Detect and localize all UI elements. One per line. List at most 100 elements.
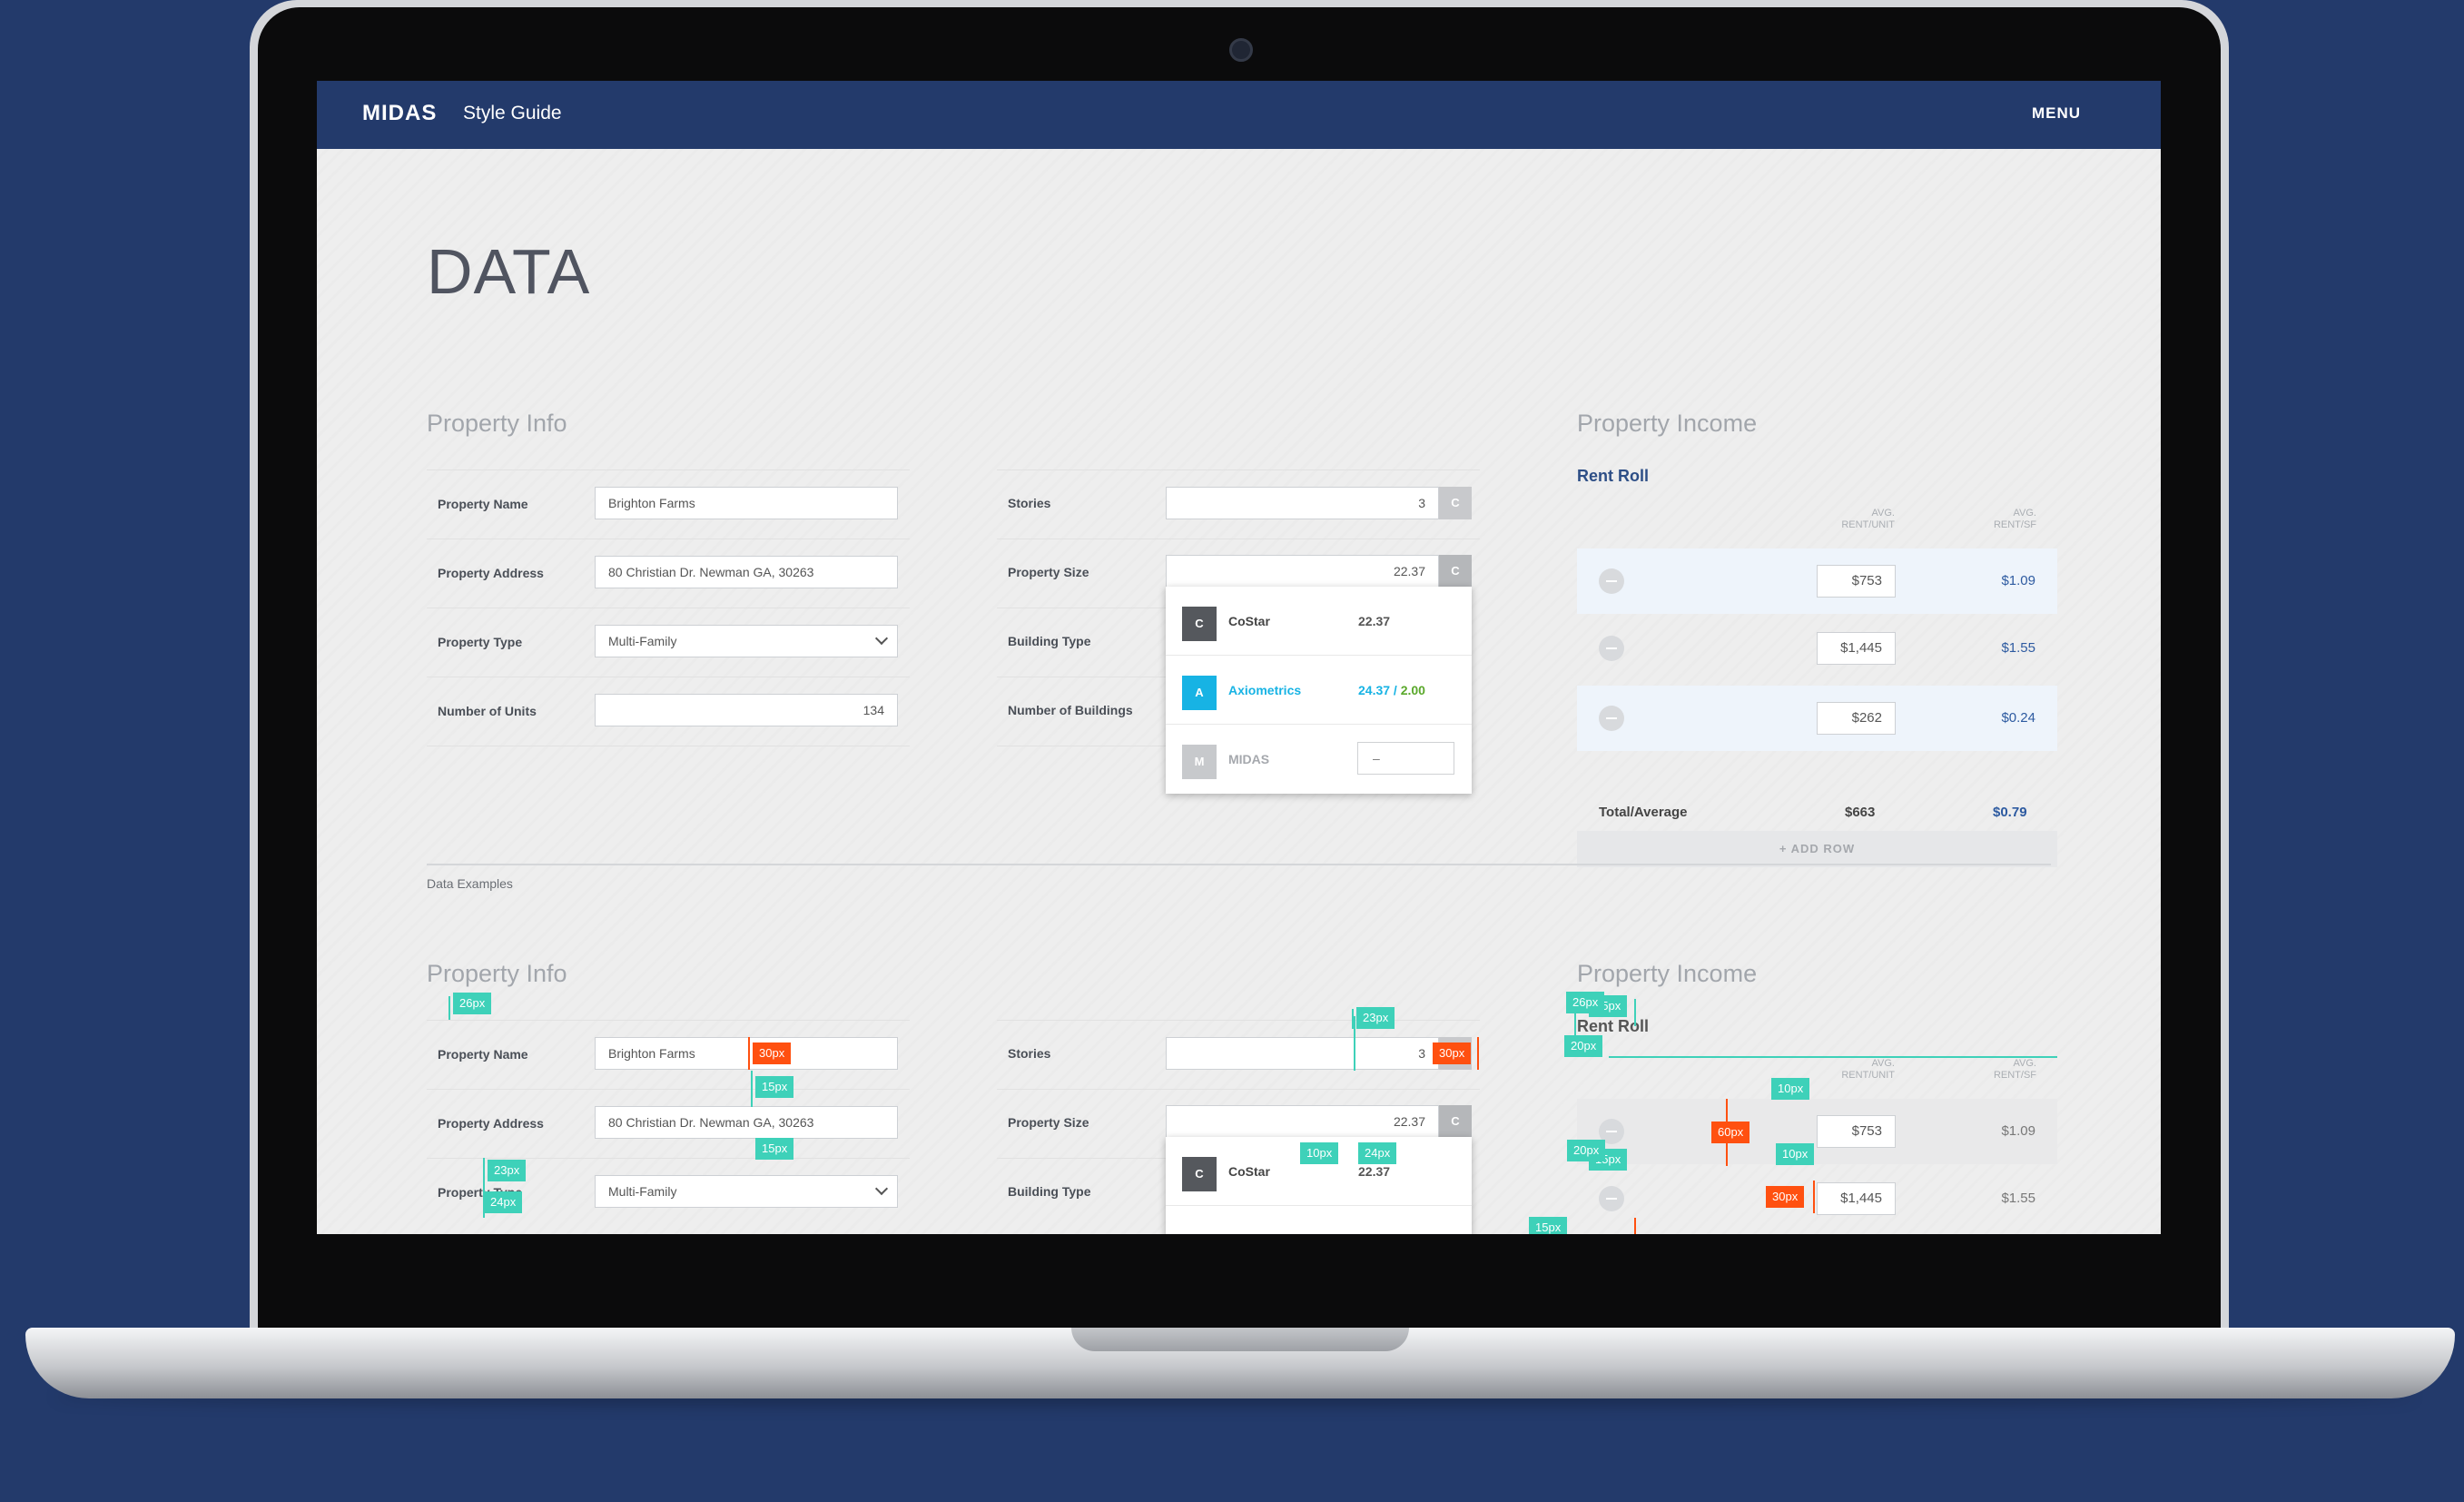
spacing-tag: 20px (1567, 1140, 1606, 1161)
source-value: 22.37 (1358, 614, 1391, 628)
midas-icon: M (1182, 745, 1217, 779)
rent-roll-title: Rent Roll (1577, 1017, 1649, 1035)
remove-row-icon[interactable] (1599, 1186, 1624, 1211)
property-income-title: Property Income (1577, 410, 1758, 437)
spacing-tag: 30px (1433, 1043, 1472, 1064)
building-type-label: Building Type (1008, 1184, 1091, 1199)
avg-rent-sf-header: AVG. RENT/SF (1993, 508, 2036, 530)
stories-label: Stories (1008, 496, 1051, 510)
spacing-tag: 23px (1356, 1007, 1395, 1029)
avg-rent-unit-header: AVG. RENT/UNIT (1841, 508, 1895, 530)
source-badge[interactable]: C (1439, 1105, 1472, 1138)
source-option-costar[interactable]: C CoStar 22.37 (1166, 587, 1472, 656)
spacing-tag: 24px (484, 1191, 523, 1213)
source-name: CoStar (1228, 1164, 1270, 1179)
stories-input[interactable]: 3 (1166, 1037, 1439, 1070)
spacing-tag: 10px (1776, 1143, 1815, 1165)
screen: MIDAS Style Guide MENU DATA Property Inf… (317, 81, 2161, 1234)
app-header: MIDAS Style Guide MENU (317, 81, 2161, 149)
midas-value-input[interactable]: – (1357, 742, 1454, 775)
property-type-select[interactable]: Multi-Family (595, 1175, 898, 1208)
row-divider (427, 469, 910, 470)
source-badge[interactable]: C (1439, 555, 1472, 588)
source-value-primary: 24.37 (1358, 683, 1391, 697)
source-option-midas[interactable]: M MIDAS – (1166, 725, 1472, 794)
total-label: Total/Average (1599, 805, 1688, 820)
property-size-input[interactable]: 22.37 (1166, 1105, 1439, 1138)
chevron-down-icon (874, 1181, 889, 1196)
rent-unit-input[interactable]: $1,445 (1817, 1182, 1896, 1215)
spacing-guide (1354, 1016, 1355, 1071)
property-type-select[interactable]: Multi-Family (595, 625, 898, 657)
row-divider (427, 1020, 910, 1021)
rent-roll-title: Rent Roll (1577, 467, 1649, 485)
property-name-input[interactable]: Brighton Farms (595, 487, 898, 519)
rent-unit-input[interactable]: $753 (1817, 565, 1896, 598)
total-unit: $663 (1845, 805, 1876, 820)
property-size-label: Property Size (1008, 1115, 1089, 1130)
property-info-title: Property Info (427, 410, 567, 437)
remove-row-icon[interactable] (1599, 568, 1624, 594)
midas-logo[interactable]: MIDAS (362, 101, 437, 126)
rent-unit-input[interactable]: $753 (1817, 1115, 1896, 1148)
property-name-label: Property Name (438, 497, 528, 511)
rent-sf-value: $1.55 (2001, 640, 2035, 656)
menu-button[interactable]: MENU (2032, 104, 2081, 123)
source-option-axiometrics[interactable]: A Axiometrics 24.37 / 2.00 (1166, 656, 1472, 725)
source-name: MIDAS (1228, 752, 1270, 766)
spacing-guide (1634, 999, 1636, 1026)
spacing-tag: 15px (755, 1076, 794, 1098)
property-size-label: Property Size (1008, 565, 1089, 579)
property-income-title: Property Income (1577, 960, 1758, 987)
property-type-value: Multi-Family (608, 1184, 677, 1199)
rent-unit-input[interactable]: $262 (1817, 702, 1896, 735)
spacing-tag: 26px (1566, 992, 1605, 1013)
property-name-input[interactable]: Brighton Farms (595, 1037, 898, 1070)
rent-unit-input[interactable]: $1,445 (1817, 632, 1896, 665)
property-size-input[interactable]: 22.37 (1166, 555, 1439, 588)
rent-sf-value: $0.24 (2001, 710, 2035, 726)
row-divider (427, 1158, 910, 1159)
total-sf: $0.79 (1993, 805, 2027, 820)
table-row: $262 $0.24 (1577, 686, 2057, 751)
table-row: $1,445 $1.55 (1577, 616, 2057, 681)
table-row: $1,445 $1.55 (1577, 1166, 2057, 1231)
property-address-input[interactable]: 80 Christian Dr. Newman GA, 30263 (595, 1106, 898, 1139)
rent-sf-value: $1.09 (2001, 1123, 2035, 1139)
spacing-tag: 23px (488, 1160, 527, 1181)
number-of-units-input[interactable]: 134 (595, 694, 898, 726)
spacing-guide (1352, 1009, 1354, 1029)
spacing-guide (1634, 1218, 1636, 1234)
property-address-input[interactable]: 80 Christian Dr. Newman GA, 30263 (595, 556, 898, 588)
rent-sf-value: $1.55 (2001, 1191, 2035, 1206)
spacing-tag: 24px (1358, 1142, 1397, 1164)
table-row: $753 $1.09 (1577, 1099, 2057, 1164)
property-type-value: Multi-Family (608, 634, 677, 648)
stories-input[interactable]: 3 (1166, 487, 1439, 519)
spacing-tag: 10px (1771, 1078, 1810, 1100)
data-examples-label: Data Examples (427, 876, 513, 891)
laptop-notch (1071, 1328, 1409, 1351)
row-divider (997, 1020, 1480, 1021)
property-name-label: Property Name (438, 1047, 528, 1062)
spacing-guide (1477, 1037, 1479, 1070)
spacing-tag: 30px (1766, 1186, 1805, 1208)
spacing-tag: 26px (453, 993, 492, 1014)
stories-label: Stories (1008, 1046, 1051, 1061)
source-dropdown: C CoStar 22.37 A Axiometrics 24.37 / 2.0… (1166, 587, 1472, 794)
page-title: DATA (427, 236, 591, 307)
spacing-tag: 15px (755, 1138, 794, 1160)
row-divider (997, 469, 1480, 470)
remove-row-icon[interactable] (1599, 636, 1624, 661)
avg-rent-unit-header: AVG. RENT/UNIT (1841, 1058, 1895, 1081)
building-type-label: Building Type (1008, 634, 1091, 648)
source-value: 22.37 (1358, 1164, 1391, 1179)
source-badge[interactable]: C (1439, 487, 1472, 519)
spacing-guide (748, 1037, 750, 1070)
remove-row-icon[interactable] (1599, 706, 1624, 731)
spacing-guide (751, 1071, 753, 1107)
spacing-tag: 60px (1711, 1122, 1750, 1143)
spacing-tag: 15px (1529, 1217, 1568, 1234)
add-row-button[interactable]: + ADD ROW (1577, 831, 2057, 867)
source-name: Axiometrics (1228, 683, 1302, 697)
